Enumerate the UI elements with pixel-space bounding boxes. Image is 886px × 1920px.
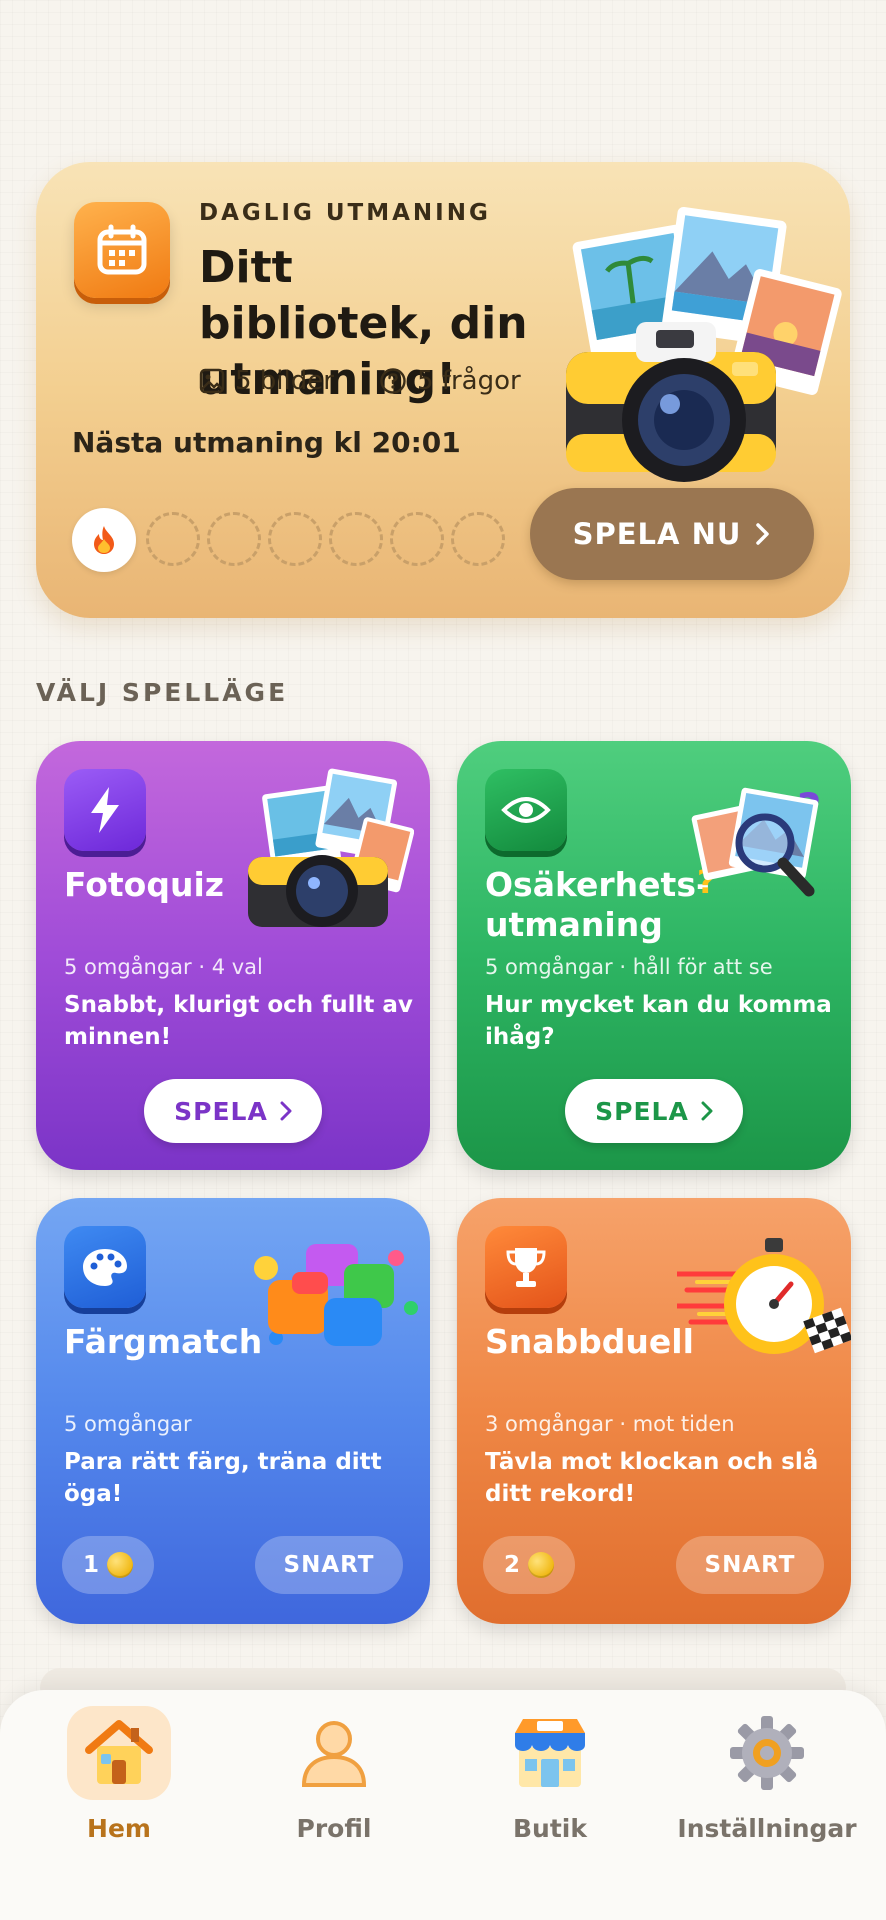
streak-slot <box>268 512 322 566</box>
shop-icon <box>498 1706 602 1800</box>
eye-icon <box>485 769 567 851</box>
streak-slot <box>390 512 444 566</box>
questions-meta-text: 5 frågor <box>417 366 521 396</box>
mode-card-snabbduell[interactable]: Snabbduell 3 omgångar · mot tiden Tävla … <box>457 1198 851 1624</box>
nav-label: Profil <box>296 1814 372 1843</box>
coin-cost: 1 <box>62 1536 154 1594</box>
mode-title-line2: utmaning <box>485 905 663 944</box>
mode-card-fotoquiz[interactable]: Fotoquiz 5 omgångar · 4 val Snabbt, klur… <box>36 741 430 1170</box>
coin-count: 2 <box>503 1552 520 1578</box>
nav-item-home[interactable]: Hem <box>29 1706 209 1843</box>
nav-item-profile[interactable]: Profil <box>244 1706 424 1843</box>
questions-meta: 5 frågor <box>379 366 521 396</box>
next-challenge-time: Nästa utmaning kl 20:01 <box>72 426 461 459</box>
mode-subtitle: 5 omgångar · 4 val <box>64 955 263 979</box>
nav-label: Hem <box>87 1814 151 1843</box>
question-circle-icon <box>380 368 406 394</box>
images-meta-text: 5 bilder <box>235 366 334 396</box>
coin-count: 1 <box>82 1552 99 1578</box>
mode-subtitle: 5 omgångar · håll för att se <box>485 955 773 979</box>
mode-card-fargmatch[interactable]: Färgmatch 5 omgångar Para rätt färg, trä… <box>36 1198 430 1624</box>
camera-illustration <box>244 759 415 933</box>
mode-subtitle: 3 omgångar · mot tiden <box>485 1412 735 1436</box>
stopwatch-illustration <box>674 1234 851 1368</box>
settings-icon <box>715 1706 819 1800</box>
mode-description: Hur mycket kan du komma ihåg? <box>485 992 832 1050</box>
mode-title: Fotoquiz <box>64 865 224 904</box>
soon-button[interactable]: SNART <box>255 1536 403 1594</box>
profile-icon <box>282 1706 386 1800</box>
mode-description: Snabbt, klurigt och fullt av minnen! <box>64 992 413 1050</box>
streak-slot <box>146 512 200 566</box>
streak-fire-icon <box>72 508 136 572</box>
camera-photos-illustration <box>556 202 846 496</box>
play-button[interactable]: SPELA <box>565 1079 743 1143</box>
nav-label: Butik <box>513 1814 587 1843</box>
streak-slot <box>451 512 505 566</box>
color-blocks-illustration <box>246 1238 426 1362</box>
nav-label: Inställningar <box>677 1814 857 1843</box>
streak-slot <box>329 512 383 566</box>
coin-icon <box>528 1552 554 1578</box>
chevron-right-icon <box>280 1101 292 1121</box>
mode-subtitle: 5 omgångar <box>64 1412 192 1436</box>
mode-description: Tävla mot klockan och slå ditt rekord! <box>485 1449 819 1507</box>
chevron-right-icon <box>701 1101 713 1121</box>
nav-item-settings[interactable]: Inställningar <box>677 1706 857 1843</box>
chevron-right-icon <box>756 523 770 545</box>
streak-slot <box>207 512 261 566</box>
trophy-icon <box>485 1226 567 1308</box>
play-now-button[interactable]: SPELA NU <box>530 488 814 580</box>
section-title: VÄLJ SPELLÄGE <box>36 678 289 707</box>
nav-item-shop[interactable]: Butik <box>460 1706 640 1843</box>
coin-icon <box>107 1552 133 1578</box>
coin-cost: 2 <box>483 1536 575 1594</box>
soon-button[interactable]: SNART <box>676 1536 824 1594</box>
play-now-label: SPELA NU <box>572 517 742 551</box>
magnifier-illustration: ? ? <box>677 771 837 915</box>
play-button[interactable]: SPELA <box>144 1079 322 1143</box>
lightning-icon <box>64 769 146 851</box>
home-icon <box>67 1706 171 1800</box>
daily-kicker: DAGLIG UTMANING <box>199 200 491 226</box>
mode-title: Färgmatch <box>64 1322 263 1361</box>
palette-icon <box>64 1226 146 1308</box>
mode-description: Para rätt färg, träna ditt öga! <box>64 1449 382 1507</box>
images-meta: 5 bilder <box>199 366 334 396</box>
daily-challenge-card[interactable]: DAGLIG UTMANING Ditt bibliotek, din utma… <box>36 162 850 618</box>
mode-card-osakerhetsutmaning[interactable]: Osäkerhets- utmaning 5 omgångar · håll f… <box>457 741 851 1170</box>
image-icon <box>199 368 225 394</box>
calendar-icon <box>74 202 170 298</box>
play-button-label: SPELA <box>595 1096 689 1126</box>
play-button-label: SPELA <box>174 1096 268 1126</box>
mode-title-line1: Osäkerhets- <box>485 865 710 904</box>
mode-title: Osäkerhets- utmaning <box>485 865 710 945</box>
mode-title: Snabbduell <box>485 1322 694 1361</box>
